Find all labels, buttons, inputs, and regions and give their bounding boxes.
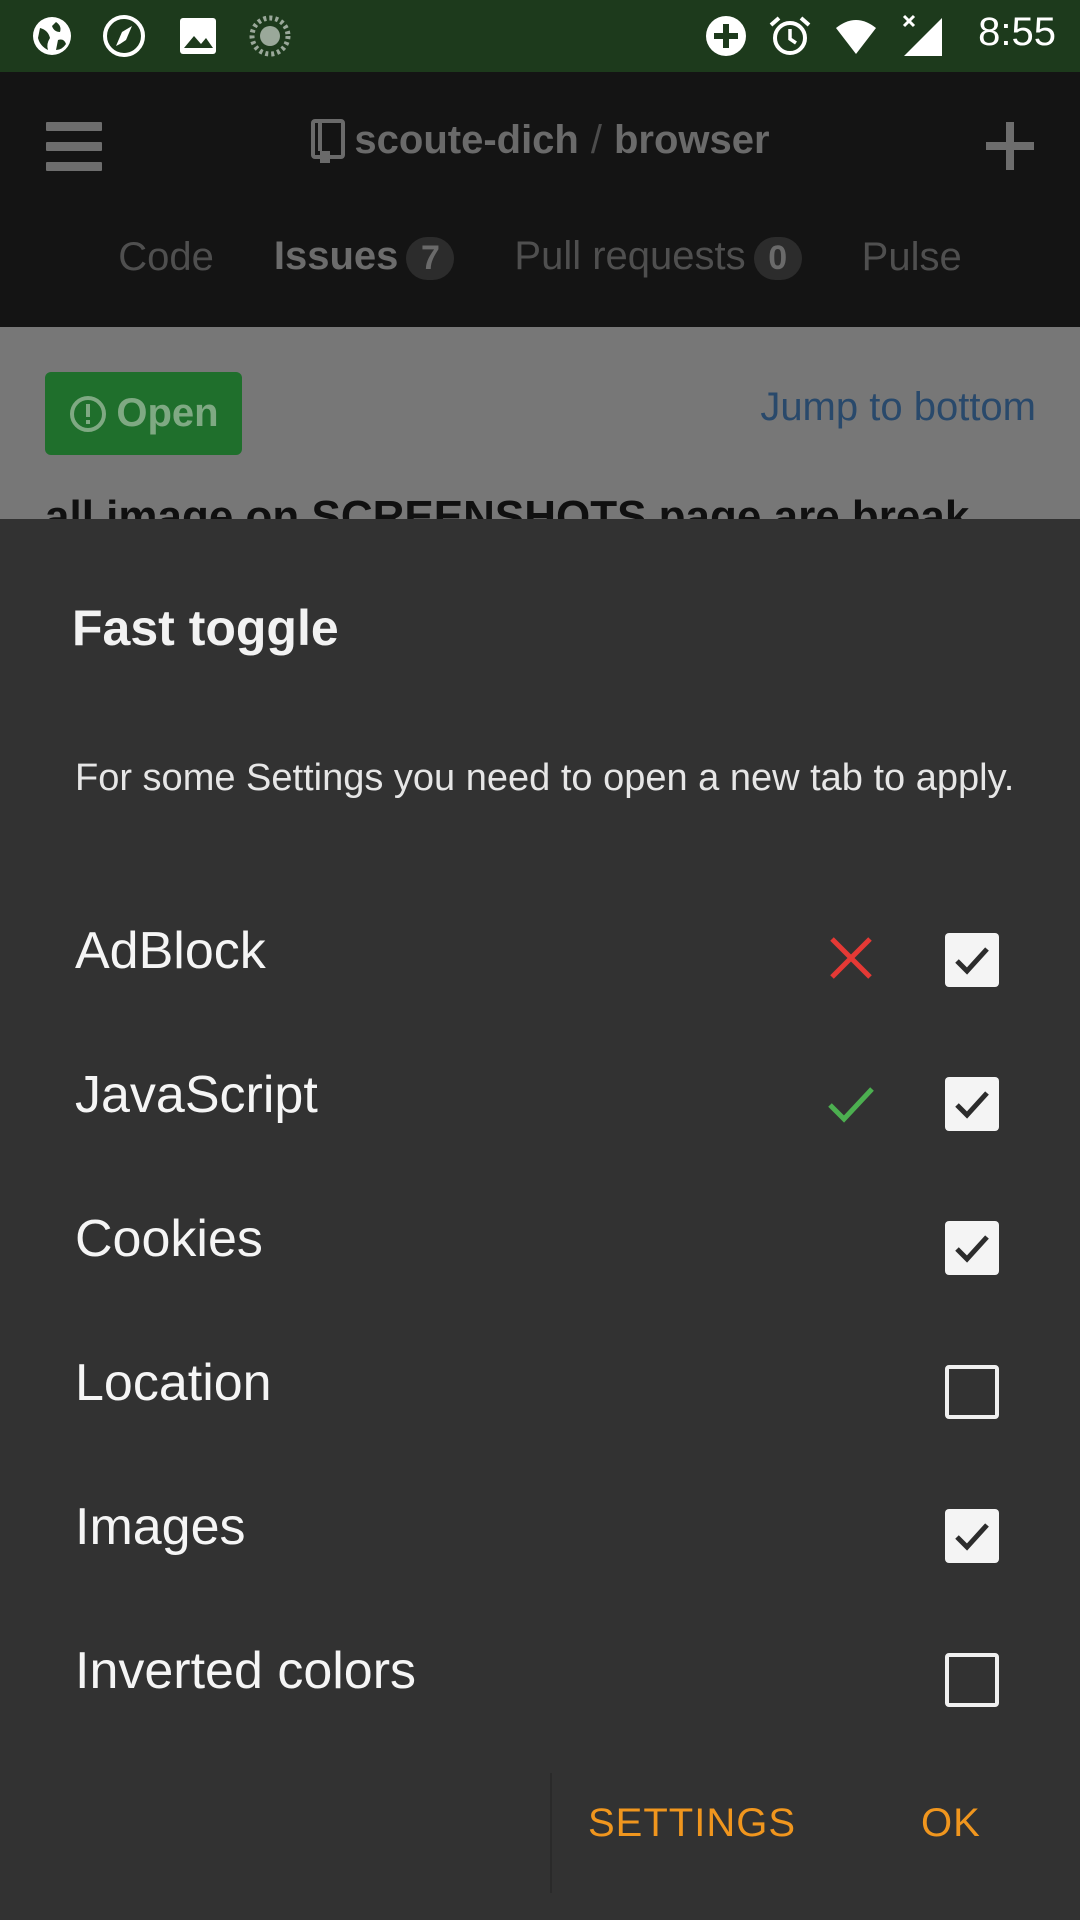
repo-name[interactable]: browser [614, 118, 770, 162]
status-badge: Open [45, 372, 242, 455]
compass-icon [103, 15, 145, 57]
sync-icon [249, 15, 291, 57]
checkmark-icon [955, 947, 989, 975]
option-images[interactable]: Images [0, 1495, 1080, 1639]
checkmark-icon [955, 1235, 989, 1263]
globe-icon [33, 17, 71, 55]
issues-count-badge: 7 [406, 236, 455, 280]
jump-to-bottom-link[interactable]: Jump to bottom [760, 385, 1036, 430]
option-javascript[interactable]: JavaScript [0, 1063, 1080, 1207]
image-icon [180, 18, 216, 54]
cross-icon [830, 937, 872, 979]
check-icon [828, 1087, 874, 1123]
issue-page: Open Jump to bottom all image on SCREENS… [0, 327, 1080, 541]
repo-separator: / [590, 118, 602, 162]
pull-requests-count-badge: 0 [753, 236, 802, 280]
inverted-colors-checkbox[interactable] [945, 1653, 999, 1707]
option-label: Cookies [75, 1210, 263, 1268]
tab-pull-requests[interactable]: Pull requests 0 [514, 234, 802, 280]
app-header: scoute-dich / browser Code Issues 7 Pull re… [0, 72, 1080, 327]
repo-title[interactable]: scoute-dich / browser [0, 118, 1080, 165]
dialog-title: Fast toggle [72, 600, 339, 656]
tab-pulse[interactable]: Pulse [862, 235, 962, 280]
signal-icon [902, 14, 942, 56]
issue-opened-icon [70, 395, 107, 432]
location-checkbox[interactable] [945, 1365, 999, 1419]
dialog-message: For some Settings you need to open a new… [75, 757, 1015, 799]
option-location[interactable]: Location [0, 1351, 1080, 1495]
alarm-icon [769, 16, 811, 55]
add-circle-icon [706, 16, 746, 56]
option-label: Images [75, 1498, 246, 1556]
option-label: JavaScript [75, 1066, 318, 1124]
javascript-checkbox[interactable] [945, 1077, 999, 1131]
clock: 8:55 [978, 10, 1056, 54]
status-bar: 8:55 [0, 0, 1080, 72]
option-label: Location [75, 1354, 272, 1412]
option-adblock[interactable]: AdBlock [0, 919, 1080, 1063]
checkmark-icon [955, 1091, 989, 1119]
repo-owner[interactable]: scoute-dich [354, 118, 578, 162]
option-label: AdBlock [75, 922, 266, 980]
divider [550, 1773, 552, 1893]
option-label: Inverted colors [75, 1642, 417, 1700]
repo-book-icon [311, 119, 346, 164]
add-icon[interactable] [984, 120, 1036, 172]
repo-tabs: Code Issues 7 Pull requests 0 Pulse [0, 227, 1080, 287]
fast-toggle-dialog: Fast toggle For some Settings you need t… [0, 519, 1080, 1920]
tab-issues[interactable]: Issues 7 [274, 234, 455, 280]
ok-button[interactable]: OK [921, 1801, 981, 1846]
tab-code[interactable]: Code [118, 235, 214, 280]
images-checkbox[interactable] [945, 1509, 999, 1563]
option-cookies[interactable]: Cookies [0, 1207, 1080, 1351]
adblock-checkbox[interactable] [945, 933, 999, 987]
checkmark-icon [955, 1523, 989, 1551]
dialog-actions: SETTINGS OK [0, 1751, 1080, 1920]
cookies-checkbox[interactable] [945, 1221, 999, 1275]
wifi-icon [836, 20, 876, 54]
settings-button[interactable]: SETTINGS [588, 1801, 796, 1846]
